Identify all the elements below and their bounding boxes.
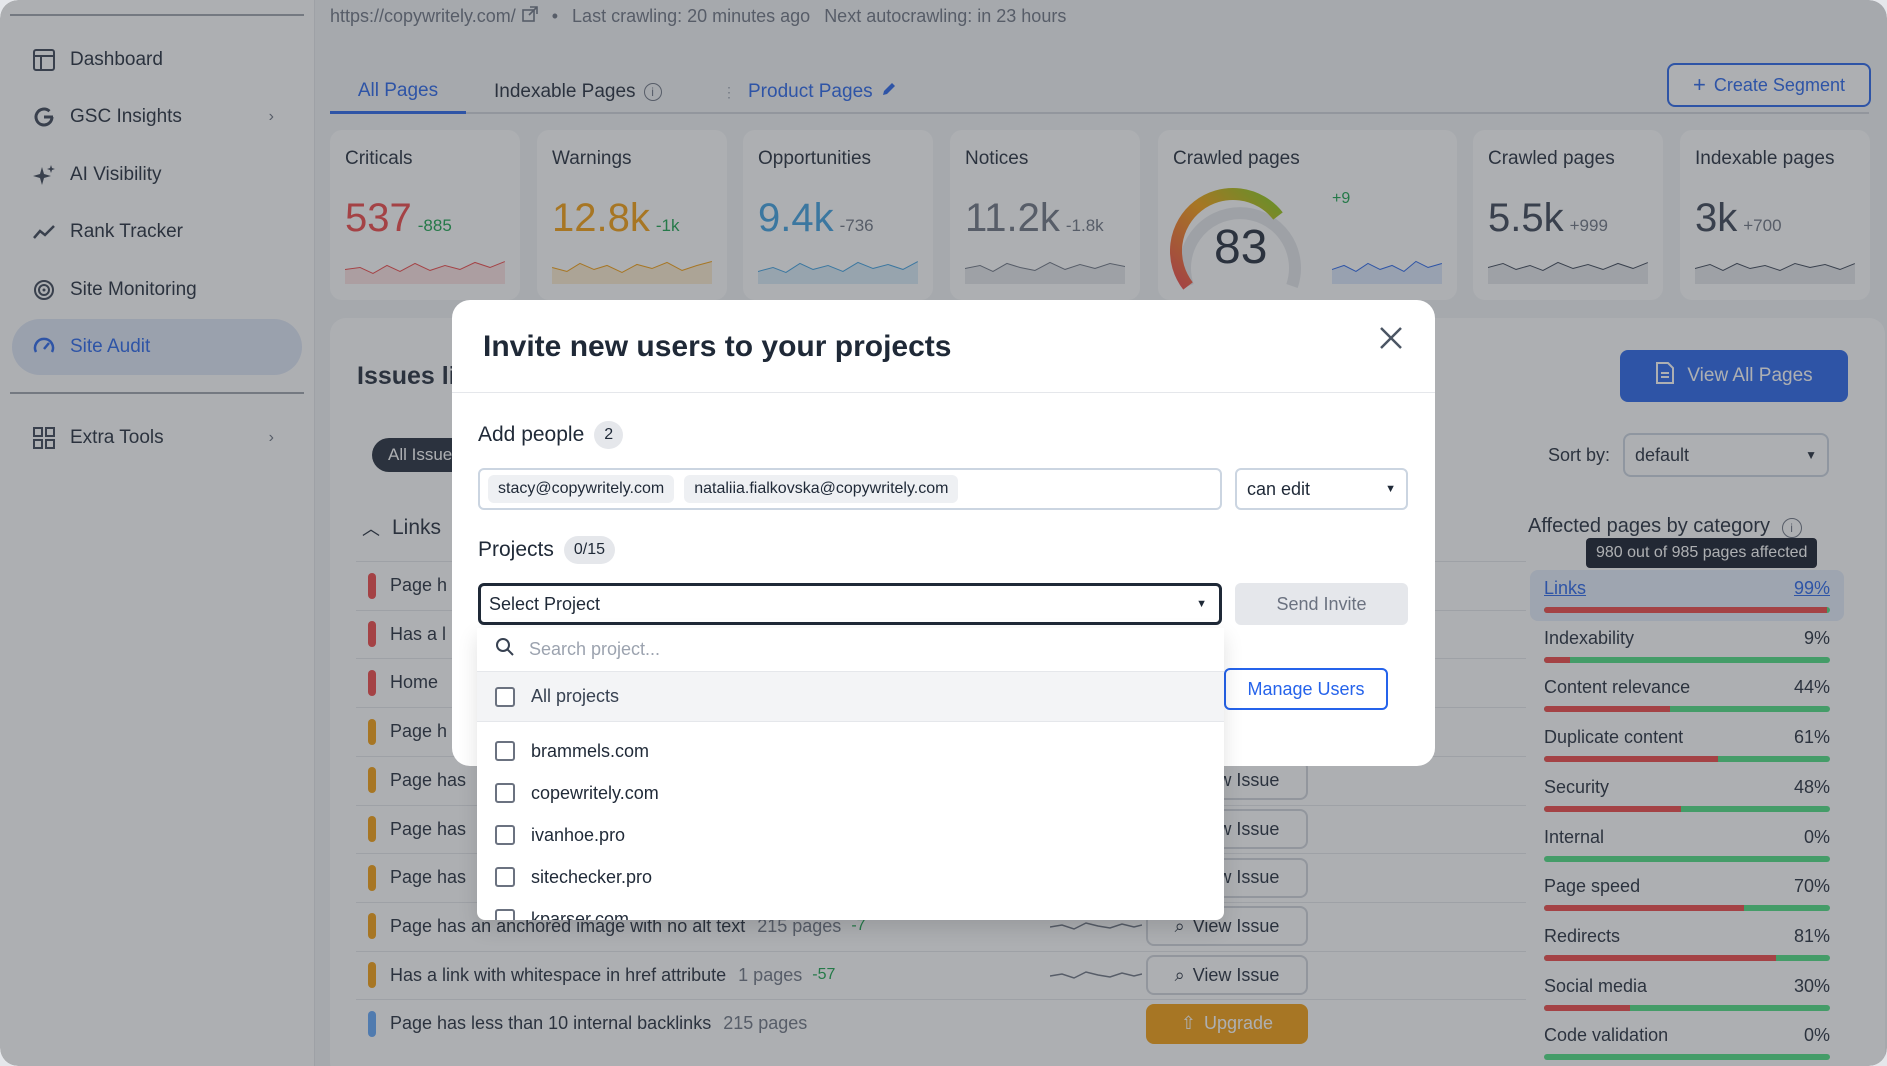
add-people-label: Add people 2 — [478, 421, 624, 449]
option-label: kparser.com — [531, 908, 630, 921]
modal-divider — [452, 392, 1435, 393]
option-label: brammels.com — [531, 740, 650, 761]
count-badge: 2 — [594, 421, 624, 449]
count-badge: 0/15 — [563, 536, 615, 564]
email-chip[interactable]: nataliia.fialkovska@copywritely.com — [684, 475, 959, 503]
option-label: sitechecker.pro — [531, 866, 653, 887]
caret-down-icon: ▼ — [1196, 598, 1207, 610]
email-input[interactable]: stacy@copywritely.com nataliia.fialkovsk… — [478, 468, 1222, 510]
manage-users-button[interactable]: Manage Users — [1224, 668, 1388, 710]
project-option[interactable]: brammels.com — [477, 730, 1224, 772]
project-select[interactable]: Select Project ▼ — [478, 583, 1222, 625]
email-chip[interactable]: stacy@copywritely.com — [488, 475, 675, 503]
permission-value: can edit — [1247, 478, 1311, 499]
option-label: ivanhoe.pro — [531, 824, 626, 845]
caret-down-icon: ▼ — [1385, 483, 1396, 495]
checkbox[interactable] — [495, 825, 515, 845]
projects-label: Projects 0/15 — [478, 536, 615, 564]
label-text: Add people — [478, 423, 585, 446]
project-option[interactable]: ivanhoe.pro — [477, 814, 1224, 856]
project-search-input[interactable]: Search project... — [477, 628, 1224, 672]
close-icon[interactable] — [1375, 322, 1407, 354]
checkbox[interactable] — [495, 867, 515, 887]
checkbox[interactable] — [495, 783, 515, 803]
send-invite-button[interactable]: Send Invite — [1235, 583, 1408, 625]
project-dropdown: Search project... All projects brammels.… — [477, 628, 1224, 920]
select-placeholder: Select Project — [489, 593, 601, 614]
checkbox[interactable] — [495, 741, 515, 761]
project-option[interactable]: kparser.com — [477, 898, 1224, 920]
permission-select[interactable]: can edit ▼ — [1235, 468, 1408, 510]
app-window: Dashboard GSC Insights › AI Visibility R… — [0, 0, 1887, 1066]
search-placeholder: Search project... — [529, 639, 661, 659]
search-icon — [495, 637, 515, 662]
project-option[interactable]: copewritely.com — [477, 772, 1224, 814]
project-option[interactable]: sitechecker.pro — [477, 856, 1224, 898]
all-projects-option[interactable]: All projects — [477, 672, 1224, 722]
label-text: Projects — [478, 538, 554, 561]
option-label: copewritely.com — [531, 782, 659, 803]
checkbox[interactable] — [495, 686, 515, 707]
modal-title: Invite new users to your projects — [483, 330, 952, 363]
checkbox[interactable] — [495, 909, 515, 920]
option-label: All projects — [531, 686, 620, 706]
